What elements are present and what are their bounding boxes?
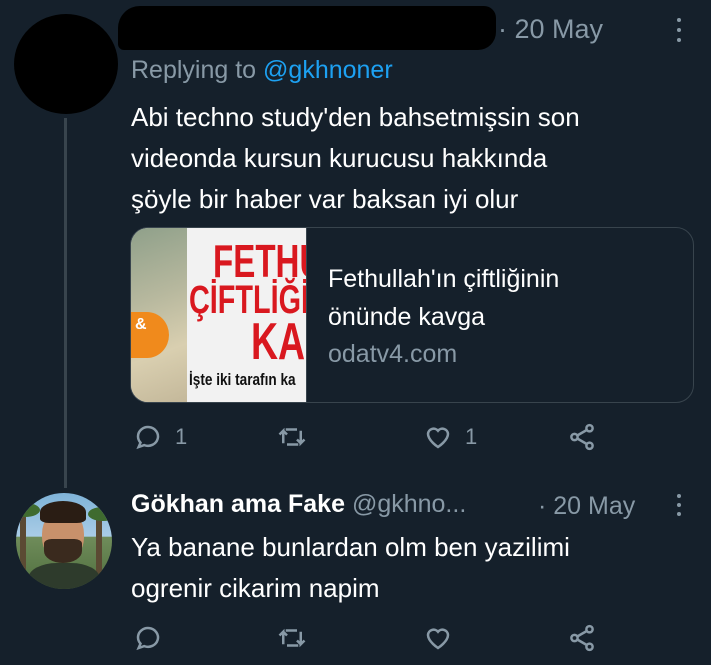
tweet-actions: 1 1 [0, 422, 711, 456]
thumb-headline-3: KA [251, 313, 306, 371]
reply-button[interactable] [133, 623, 175, 653]
retweet-icon [278, 628, 306, 648]
tweet-1[interactable]: · 20 May Replying to @gkhnoner Abi techn… [0, 0, 711, 488]
author-line: Gökhan ama Fake @gkhno... [131, 490, 466, 519]
reply-button[interactable]: 1 [133, 422, 187, 452]
avatar-palm-trunk-right [96, 515, 102, 575]
replying-to-handle[interactable]: @gkhnoner [263, 56, 393, 84]
author-handle[interactable]: @gkhno... [352, 490, 466, 518]
retweet-button[interactable] [277, 623, 319, 653]
thumb-ampersand: & [135, 316, 147, 333]
avatar-beard [44, 539, 82, 563]
retweet-button[interactable] [277, 422, 319, 452]
more-icon[interactable] [676, 18, 682, 42]
share-icon [570, 423, 594, 451]
more-icon[interactable] [676, 494, 682, 516]
avatar-palm-leaves-right [88, 507, 112, 521]
like-count: 1 [465, 424, 478, 449]
tweet-text: Abi techno study'den bahsetmişsin son vi… [131, 102, 580, 214]
share-button[interactable] [567, 422, 597, 452]
like-button[interactable] [423, 623, 465, 653]
avatar-body [28, 563, 100, 589]
replying-to: Replying to @gkhnoner [131, 56, 393, 85]
reply-icon [136, 425, 160, 450]
like-icon [426, 628, 450, 650]
avatar[interactable] [16, 493, 112, 589]
like-button[interactable]: 1 [423, 422, 477, 452]
author-display-name[interactable]: Gökhan ama Fake [131, 490, 345, 518]
share-button[interactable] [567, 623, 597, 653]
tweet-actions [0, 623, 711, 657]
reply-icon [136, 626, 160, 651]
link-preview-card[interactable]: & FETHU ÇİFTLİĞİN KA İşte iki tarafın ka… [130, 227, 694, 403]
replying-to-label: Replying to [131, 56, 257, 84]
avatar-palm-leaves-left [16, 503, 40, 517]
share-icon [570, 624, 594, 652]
thumb-caption: İşte iki tarafın ka [189, 370, 296, 389]
link-preview-title: Fethullah'ın çiftliğinin önünde kavga [328, 265, 560, 331]
retweet-icon [278, 427, 306, 447]
link-preview-image: & FETHU ÇİFTLİĞİN KA İşte iki tarafın ka [131, 228, 307, 402]
like-icon [426, 427, 450, 449]
tweet-date[interactable]: · 20 May [538, 492, 635, 521]
avatar-palm-trunk-left [20, 511, 26, 571]
avatar-face [42, 509, 84, 561]
redacted-avatar[interactable] [14, 14, 118, 114]
tweet-date[interactable]: · 20 May [498, 14, 603, 45]
redacted-author-name[interactable] [118, 6, 496, 50]
reply-count: 1 [175, 424, 188, 449]
link-preview-domain: odatv4.com [328, 340, 458, 368]
tweet-text: Ya banane bunlardan olm ben yazilimi ogr… [131, 532, 570, 603]
avatar-hair [40, 501, 86, 523]
